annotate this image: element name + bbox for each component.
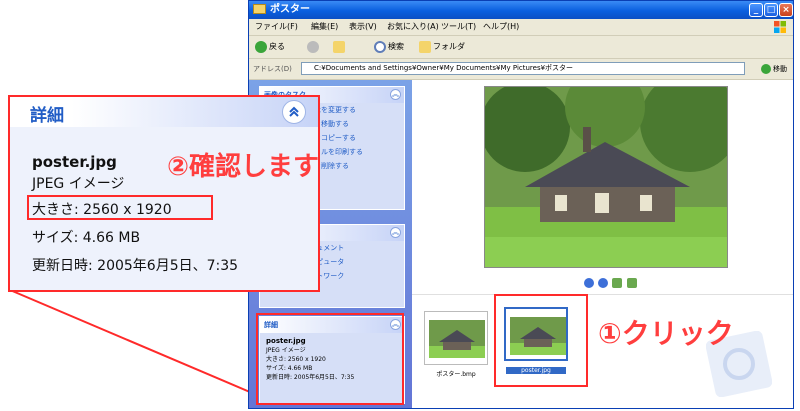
menu-tools[interactable]: ツール(T) bbox=[441, 19, 476, 35]
menu-bar: ファイル(F) 編集(E) 表示(V) お気に入り(A) ツール(T) ヘルプ(… bbox=[249, 19, 793, 36]
annotation-step1: ①クリック bbox=[598, 317, 734, 350]
back-arrow-icon bbox=[255, 40, 267, 53]
window-title: ポスター bbox=[270, 4, 310, 15]
preview-image bbox=[484, 86, 728, 268]
next-image-icon[interactable] bbox=[598, 278, 609, 288]
standard-toolbar: 戻る 検索 フォルダ bbox=[249, 36, 793, 59]
details-panel-highlight bbox=[256, 313, 404, 405]
rotate-left-icon[interactable] bbox=[612, 278, 623, 288]
zoom-header-title: 詳細 bbox=[30, 106, 64, 126]
dimensions-highlight bbox=[27, 195, 213, 220]
folders-button[interactable]: フォルダ bbox=[419, 36, 465, 58]
up-folder-icon bbox=[333, 40, 345, 53]
menu-favorites[interactable]: お気に入り(A) bbox=[387, 19, 439, 35]
menu-file[interactable]: ファイル(F) bbox=[255, 19, 298, 35]
forward-arrow-icon bbox=[307, 40, 319, 53]
annotation-step2: ②確認します bbox=[167, 152, 320, 182]
folder-icon bbox=[253, 4, 266, 14]
zoom-type: JPEG イメージ bbox=[32, 176, 125, 192]
windows-logo-icon bbox=[774, 21, 786, 33]
address-label: アドレス(D) bbox=[253, 65, 292, 73]
details-zoom-callout: 詳細 poster.jpg JPEG イメージ 大きさ: 2560 x 1920… bbox=[8, 95, 320, 292]
zoom-header: 詳細 bbox=[10, 97, 318, 127]
folders-icon bbox=[419, 40, 431, 53]
back-button[interactable]: 戻る bbox=[255, 36, 285, 58]
search-button[interactable]: 検索 bbox=[374, 36, 404, 58]
title-bar[interactable]: ポスター _ □ × bbox=[249, 1, 793, 19]
thumbnail-caption: ポスター.bmp bbox=[436, 371, 476, 378]
rotate-right-icon[interactable] bbox=[626, 278, 637, 288]
collapse-chevron-icon[interactable]: ︽ bbox=[390, 89, 401, 100]
selected-thumbnail-highlight bbox=[494, 294, 588, 387]
address-bar: アドレス(D) C:¥Documents and Settings¥Owner¥… bbox=[249, 59, 793, 80]
collapse-chevron-icon[interactable]: ︽ bbox=[390, 227, 401, 238]
filmstrip-view: ポスター.bmp poster.jpg bbox=[412, 80, 793, 408]
maximize-button[interactable]: □ bbox=[764, 3, 778, 17]
close-button[interactable]: × bbox=[779, 3, 793, 17]
image-controls bbox=[584, 278, 639, 288]
minimize-button[interactable]: _ bbox=[749, 3, 763, 17]
thumbnail-bmp[interactable] bbox=[424, 311, 488, 365]
menu-edit[interactable]: 編集(E) bbox=[311, 19, 338, 35]
menu-view[interactable]: 表示(V) bbox=[349, 19, 377, 35]
zoom-size: サイズ: 4.66 MB bbox=[32, 230, 141, 246]
up-folder-button[interactable] bbox=[333, 36, 347, 58]
menu-help[interactable]: ヘルプ(H) bbox=[483, 19, 519, 35]
go-arrow-icon bbox=[761, 64, 771, 74]
forward-button[interactable] bbox=[307, 36, 321, 58]
address-input[interactable]: C:¥Documents and Settings¥Owner¥My Docum… bbox=[301, 62, 745, 75]
zoom-modified: 更新日時: 2005年6月5日、7:35 bbox=[32, 258, 239, 274]
collapse-chevron-icon[interactable] bbox=[282, 100, 306, 124]
zoom-filename: poster.jpg bbox=[32, 153, 117, 171]
previous-image-icon[interactable] bbox=[584, 278, 594, 288]
search-icon bbox=[374, 40, 386, 53]
go-button[interactable]: 移動 bbox=[761, 59, 787, 79]
